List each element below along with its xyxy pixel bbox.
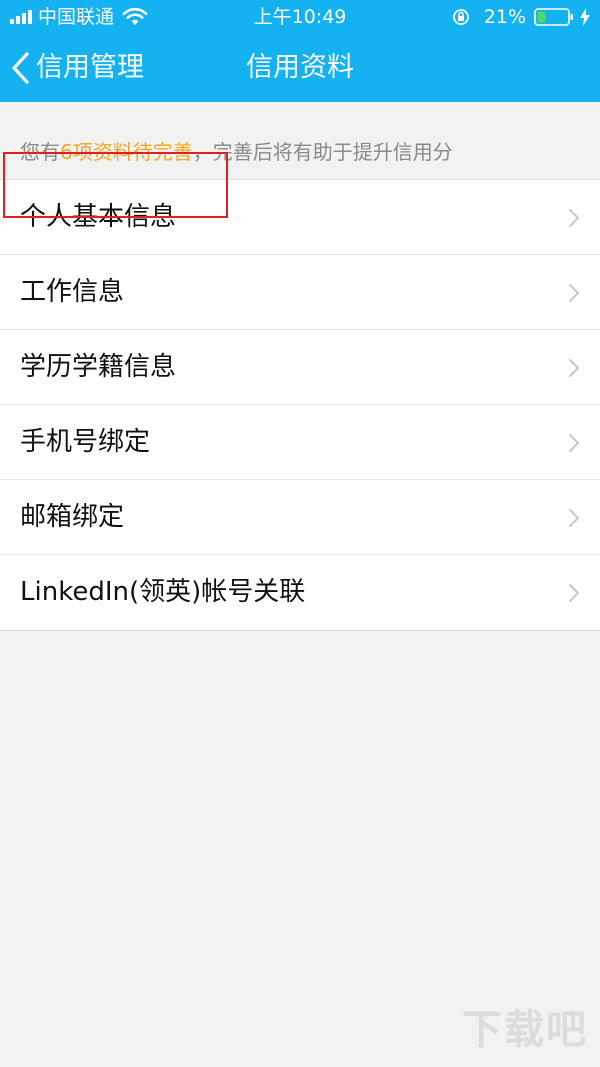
completion-notice: 您有6项资料待完善，完善后将有助于提升信用分 (0, 102, 600, 180)
list-item-email-binding[interactable]: 邮箱绑定 (0, 480, 600, 555)
nav-bar: 信用管理 信用资料 (0, 34, 600, 102)
rotation-lock-icon (452, 9, 469, 25)
list-item-label: 个人基本信息 (20, 202, 177, 232)
page-title: 信用资料 (246, 52, 354, 83)
list-item-label: 手机号绑定 (20, 427, 151, 457)
list-item-label: 学历学籍信息 (20, 352, 177, 382)
header: 中国联通 上午10:49 21% 信用管理 信用资料 (0, 0, 600, 102)
battery-icon (534, 8, 573, 26)
watermark: 下载吧 (462, 1007, 588, 1053)
list-item-label: LinkedIn(领英)帐号关联 (20, 577, 306, 607)
chevron-right-icon (569, 209, 579, 227)
list-item-linkedin-link[interactable]: LinkedIn(领英)帐号关联 (0, 555, 600, 630)
chevron-right-icon (569, 434, 579, 452)
status-bar: 中国联通 上午10:49 21% (0, 0, 600, 34)
list-item-work-info[interactable]: 工作信息 (0, 255, 600, 330)
chevron-right-icon (569, 509, 579, 527)
chevron-right-icon (569, 584, 579, 602)
notice-highlight: 6项资料待完善 (60, 140, 193, 164)
list-item-label: 邮箱绑定 (20, 502, 125, 532)
notice-prefix: 您有 (20, 140, 60, 164)
chevron-right-icon (569, 359, 579, 377)
list-item-education-info[interactable]: 学历学籍信息 (0, 330, 600, 405)
status-bar-right: 21% (452, 6, 590, 28)
notice-suffix: ，完善后将有助于提升信用分 (192, 140, 453, 164)
charging-bolt-icon (580, 8, 590, 26)
chevron-right-icon (569, 284, 579, 302)
list-item-phone-binding[interactable]: 手机号绑定 (0, 405, 600, 480)
credit-info-list: 个人基本信息 工作信息 学历学籍信息 手机号绑定 邮箱绑定 LinkedIn(领… (0, 180, 600, 631)
list-item-basic-info[interactable]: 个人基本信息 (0, 180, 600, 255)
list-item-label: 工作信息 (20, 277, 125, 307)
battery-percentage: 21% (483, 6, 526, 28)
